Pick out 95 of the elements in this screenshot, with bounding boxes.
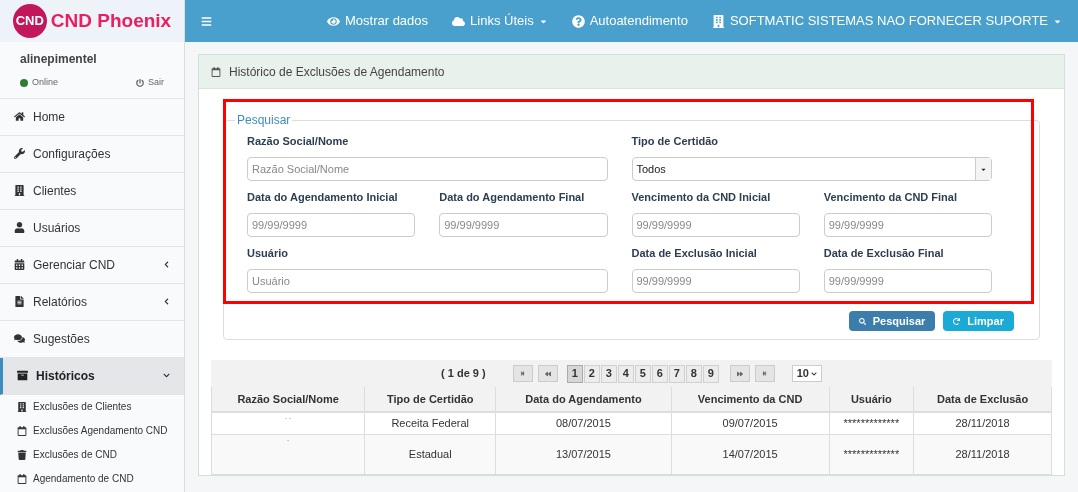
first-page-button[interactable] xyxy=(512,365,533,382)
table-cell: 28/11/2018 xyxy=(913,434,1052,474)
table-cell: Receita Federal xyxy=(364,412,496,434)
column-header: Razão Social/Nome xyxy=(211,387,365,412)
sidebar-item[interactable]: Home xyxy=(0,98,184,136)
trash-icon xyxy=(17,449,27,460)
page-button[interactable]: 9 xyxy=(702,364,719,383)
field-label: Data de Exclusão Final xyxy=(823,245,945,261)
input-field[interactable]: 99/99/9999 xyxy=(823,213,992,237)
input-field[interactable]: 99/99/9999 xyxy=(631,213,800,237)
field-label: Data do Agendamento Inicial xyxy=(247,189,399,205)
refresh-icon xyxy=(953,317,961,325)
type-select[interactable]: Todos xyxy=(631,157,992,181)
last-page-button[interactable] xyxy=(754,365,775,382)
chevron-down-icon xyxy=(810,370,817,377)
input-field[interactable]: 99/99/9999 xyxy=(823,269,992,293)
building-icon xyxy=(14,185,25,196)
input-field[interactable]: 99/99/9999 xyxy=(247,213,416,237)
page-button[interactable]: 4 xyxy=(617,364,634,383)
fieldset-legend: Pesquisar xyxy=(235,111,293,129)
sidebar-item[interactable]: Sugestões xyxy=(0,320,184,358)
field-label: Data de Exclusão Inicial xyxy=(631,245,758,261)
input-field[interactable]: 99/99/9999 xyxy=(631,269,800,293)
column-header: Data de Exclusão xyxy=(913,387,1052,412)
table-cell: 08/07/2015 xyxy=(495,412,672,434)
column-header: Tipo de Certidão xyxy=(364,387,496,412)
page-button[interactable]: 1 xyxy=(566,364,583,383)
page-button[interactable]: 8 xyxy=(685,364,702,383)
user-name: alinepimentel xyxy=(20,51,98,68)
input-field[interactable]: Razão Social/Nome xyxy=(247,157,608,181)
page-summary: ( 1 de 9 ) xyxy=(441,366,486,382)
column-header: Usuário xyxy=(829,387,914,412)
calendar-icon xyxy=(17,425,27,436)
page-button[interactable]: 3 xyxy=(600,364,617,383)
cloud-icon xyxy=(452,14,466,28)
column-header: Data do Agendamento xyxy=(495,387,672,412)
submenu-item[interactable]: Exclusões de Clientes xyxy=(0,394,184,419)
sidebar-item[interactable]: Configurações xyxy=(0,135,184,173)
table-cell: 09/07/2015 xyxy=(671,412,829,434)
menu-icon[interactable] xyxy=(201,15,212,27)
sidebar-item[interactable]: Gerenciar CND xyxy=(0,246,184,284)
table-cell: 13/07/2015 xyxy=(495,434,672,474)
last-icon xyxy=(762,371,768,376)
user-status: Online xyxy=(32,76,58,89)
home-icon xyxy=(14,111,25,122)
help-icon xyxy=(571,14,585,28)
wrench-icon xyxy=(14,148,25,159)
eye-icon xyxy=(326,14,340,28)
field-label: Razão Social/Nome xyxy=(247,133,350,149)
document-icon xyxy=(14,296,25,307)
calendar-icon xyxy=(211,66,221,77)
sidebar-item[interactable]: Históricos xyxy=(0,357,184,395)
user-icon xyxy=(14,222,25,233)
search-button[interactable]: Pesquisar xyxy=(848,311,936,331)
table-cell: ************* xyxy=(829,412,914,434)
building-icon xyxy=(17,401,27,412)
first-icon xyxy=(520,371,526,376)
field-label: Data do Agendamento Final xyxy=(439,189,586,205)
sidebar-item[interactable]: Relatórios xyxy=(0,283,184,321)
sidebar-item[interactable]: Usuários xyxy=(0,209,184,247)
field-label: Vencimento da CND Final xyxy=(823,189,958,205)
next-page-button[interactable] xyxy=(729,365,750,382)
page-size-select[interactable]: 10 xyxy=(791,365,822,382)
submenu-item[interactable]: Exclusões Agendamento CND xyxy=(0,418,184,443)
table-cell: Estadual xyxy=(364,434,496,474)
sidebar-item[interactable]: Clientes xyxy=(0,172,184,210)
page-button[interactable]: 6 xyxy=(651,364,668,383)
field-label: Vencimento da CND Inicial xyxy=(631,189,772,205)
calendar-icon xyxy=(17,473,27,484)
calendar-icon xyxy=(14,259,25,270)
input-field[interactable]: Usuário xyxy=(247,269,608,293)
field-label: Tipo de Certidão xyxy=(631,133,720,149)
page-button[interactable]: 2 xyxy=(583,364,600,383)
page-button[interactable]: 7 xyxy=(668,364,685,383)
power-icon xyxy=(136,78,144,87)
prev-page-button[interactable] xyxy=(537,365,558,382)
building-icon xyxy=(711,14,725,28)
submenu-item[interactable]: Agendamento de CND xyxy=(0,466,184,491)
panel-title: Histórico de Exclusões de Agendamento xyxy=(229,63,445,81)
archive-icon xyxy=(17,370,28,381)
prev-icon xyxy=(544,370,551,377)
submenu-item[interactable]: Exclusões de CND xyxy=(0,442,184,467)
column-header: Vencimento da CND xyxy=(671,387,829,412)
input-field[interactable]: 99/99/9999 xyxy=(439,213,608,237)
table-cell: 28/11/2018 xyxy=(913,412,1052,434)
field-label: Usuário xyxy=(247,245,289,261)
search-icon xyxy=(858,317,866,325)
table-cell: 14/07/2015 xyxy=(671,434,829,474)
logo-badge: CND xyxy=(12,4,47,38)
brand-name: CND Phoenix xyxy=(50,8,172,33)
table-cell: ************* xyxy=(829,434,914,474)
page-button[interactable]: 5 xyxy=(634,364,651,383)
next-icon xyxy=(736,370,743,377)
chat-icon xyxy=(14,333,25,344)
logout-link[interactable]: Sair xyxy=(136,76,164,90)
